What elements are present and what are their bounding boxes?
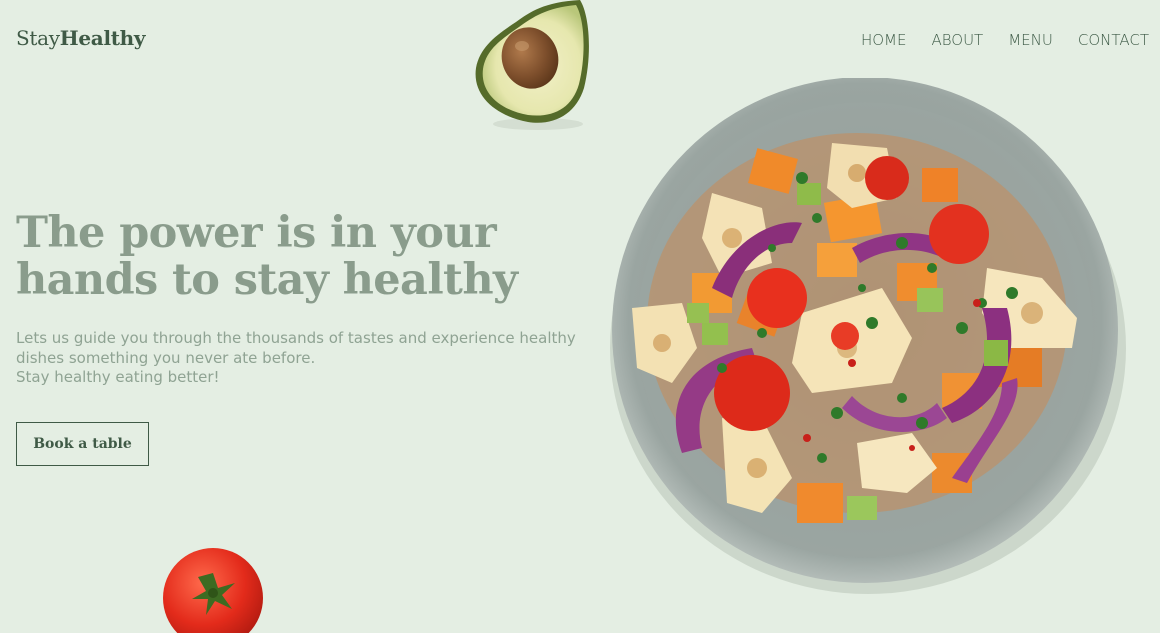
subtitle-line-3: Stay healthy eating better! [16,368,220,386]
nav-home[interactable]: HOME [861,31,907,49]
logo-light-text: Stay [16,26,60,50]
site-logo[interactable]: StayHealthy [16,26,146,50]
hero-subtitle: Lets us guide you through the thousands … [16,329,586,388]
hero-headline: The power is in your hands to stay healt… [16,210,576,304]
headline-line-1: The power is in your [16,208,497,258]
main-nav: HOME ABOUT MENU CONTACT [861,31,1149,49]
nav-menu[interactable]: MENU [1008,31,1053,49]
headline-line-2: hands to stay healthy [16,255,518,305]
tomato-image [163,548,263,633]
nav-contact[interactable]: CONTACT [1078,31,1149,49]
subtitle-line-1: Lets us guide you through the thousands … [16,329,576,347]
subtitle-line-2: dishes something you never ate before. [16,348,316,367]
logo-bold-text: Healthy [59,26,146,50]
book-table-button[interactable]: Book a table [16,422,149,466]
nav-about[interactable]: ABOUT [931,31,983,49]
salad-plate-image [610,78,1126,594]
avocado-half-image [475,0,589,130]
